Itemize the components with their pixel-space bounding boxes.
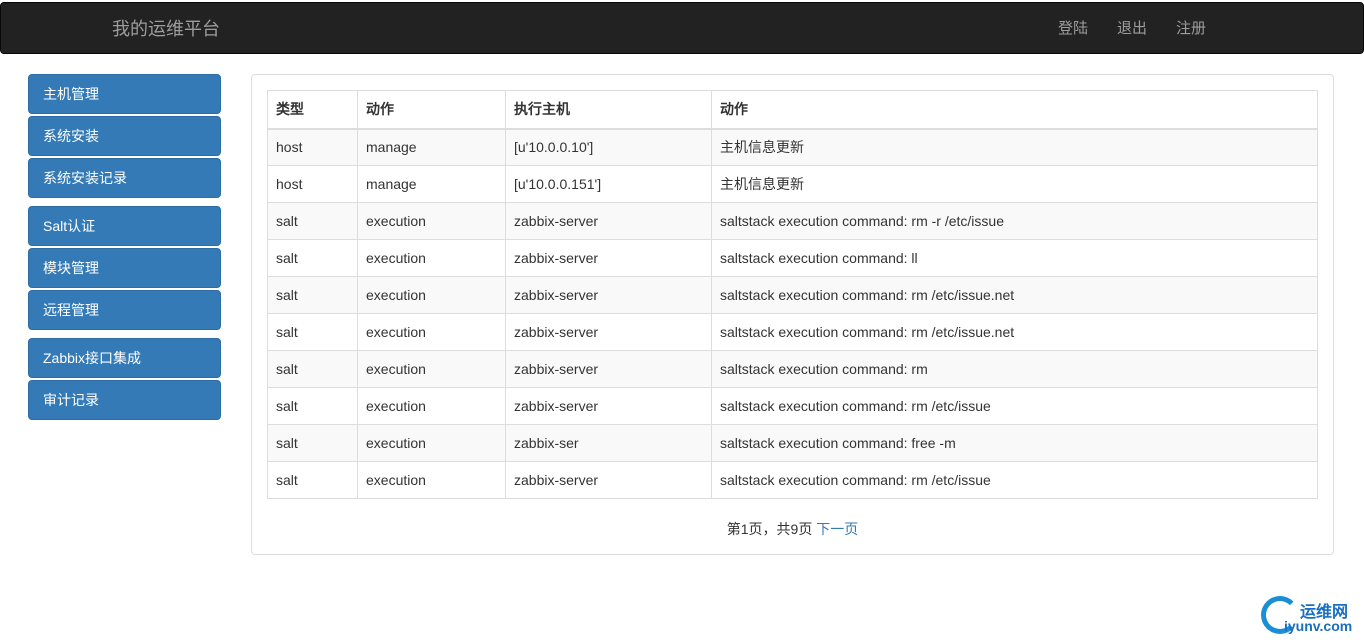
cell-exec-host: zabbix-server (505, 350, 712, 388)
cell-action: execution (357, 239, 506, 277)
cell-action-detail: saltstack execution command: rm /etc/iss… (711, 461, 1318, 499)
table-row: salt execution zabbix-server saltstack exec… (267, 239, 1318, 277)
header-action-detail: 动作 (711, 90, 1318, 130)
cell-exec-host: zabbix-server (505, 387, 712, 425)
logout-link[interactable]: 退出 (1117, 19, 1147, 39)
cell-type: salt (267, 424, 358, 462)
cell-exec-host: zabbix-server (505, 202, 712, 240)
cell-action-detail: 主机信息更新 (711, 128, 1318, 166)
cell-action: execution (357, 461, 506, 499)
sidebar-item-zabbix-integration[interactable]: Zabbix接口集成 (28, 338, 221, 378)
cell-exec-host: [u'10.0.0.10'] (505, 128, 712, 166)
table-row: host manage [u'10.0.0.10'] 主机信息更新 (267, 128, 1318, 166)
header-type: 类型 (267, 90, 358, 130)
sidebar-item-salt-auth[interactable]: Salt认证 (28, 206, 221, 246)
watermark-domain: iyunv.com (1284, 618, 1353, 634)
cell-type: salt (267, 350, 358, 388)
register-link[interactable]: 注册 (1176, 19, 1206, 39)
sidebar-item-module-management[interactable]: 模块管理 (28, 248, 221, 288)
cell-action-detail: saltstack execution command: free -m (711, 424, 1318, 462)
sidebar-item-install-records[interactable]: 系统安装记录 (28, 158, 221, 198)
top-navbar: 我的运维平台 登陆 退出 注册 (0, 2, 1364, 54)
cell-type: salt (267, 239, 358, 277)
cell-type: salt (267, 461, 358, 499)
cell-type: host (267, 165, 358, 203)
table-row: salt execution zabbix-server saltstack exec… (267, 387, 1318, 425)
cell-exec-host: zabbix-server (505, 313, 712, 351)
cell-exec-host: zabbix-server (505, 461, 712, 499)
table-header-row: 类型 动作 执行主机 动作 (267, 90, 1318, 130)
table-row: salt execution zabbix-server saltstack exec… (267, 461, 1318, 499)
table-row: salt execution zabbix-ser saltstack executi… (267, 424, 1318, 462)
sidebar-item-host-management[interactable]: 主机管理 (28, 74, 221, 114)
cell-action-detail: saltstack execution command: ll (711, 239, 1318, 277)
cell-type: salt (267, 387, 358, 425)
cell-exec-host: zabbix-server (505, 276, 712, 314)
table-row: salt execution zabbix-server saltstack exec… (267, 276, 1318, 314)
cell-action: execution (357, 313, 506, 351)
header-action: 动作 (357, 90, 506, 130)
sidebar-item-audit-records[interactable]: 审计记录 (28, 380, 221, 420)
sidebar: 主机管理 系统安装 系统安装记录 Salt认证 模块管理 远程管理 Zabbix… (28, 74, 221, 422)
table-body: host manage [u'10.0.0.10'] 主机信息更新 host manage… (267, 128, 1318, 499)
login-link[interactable]: 登陆 (1058, 19, 1088, 39)
next-page-link[interactable]: 下一页 (816, 521, 858, 537)
audit-table: 类型 动作 执行主机 动作 host manage [u'10.0.0.10'] 主机… (267, 90, 1318, 499)
cell-action-detail: 主机信息更新 (711, 165, 1318, 203)
pagination: 第1页，共9页 下一页 (252, 519, 1333, 539)
cell-exec-host: [u'10.0.0.151'] (505, 165, 712, 203)
cell-action: execution (357, 350, 506, 388)
page-status: 第1页，共9页 (726, 521, 813, 537)
sidebar-item-remote-management[interactable]: 远程管理 (28, 290, 221, 330)
cell-action: execution (357, 202, 506, 240)
cell-action: execution (357, 387, 506, 425)
cell-action: manage (357, 128, 506, 166)
cell-action-detail: saltstack execution command: rm (711, 350, 1318, 388)
cell-action: execution (357, 424, 506, 462)
table-row: host manage [u'10.0.0.151'] 主机信息更新 (267, 165, 1318, 203)
cell-type: salt (267, 202, 358, 240)
table-row: salt execution zabbix-server saltstack exec… (267, 202, 1318, 240)
header-exec-host: 执行主机 (505, 90, 712, 130)
site-watermark: 运维网 iyunv.com (1258, 594, 1358, 638)
cell-action-detail: saltstack execution command: rm /etc/iss… (711, 387, 1318, 425)
cell-action: execution (357, 276, 506, 314)
cell-type: salt (267, 313, 358, 351)
cell-action: manage (357, 165, 506, 203)
cell-type: host (267, 128, 358, 166)
cell-exec-host: zabbix-ser (505, 424, 712, 462)
table-row: salt execution zabbix-server saltstack exec… (267, 350, 1318, 388)
sidebar-item-system-install[interactable]: 系统安装 (28, 116, 221, 156)
content-panel: 类型 动作 执行主机 动作 host manage [u'10.0.0.10'] 主机… (251, 74, 1334, 555)
cell-action-detail: saltstack execution command: rm -r /etc/… (711, 202, 1318, 240)
cell-type: salt (267, 276, 358, 314)
brand-title[interactable]: 我的运维平台 (112, 18, 220, 40)
cell-action-detail: saltstack execution command: rm /etc/iss… (711, 276, 1318, 314)
cell-action-detail: saltstack execution command: rm /etc/iss… (711, 313, 1318, 351)
table-row: salt execution zabbix-server saltstack exec… (267, 313, 1318, 351)
cell-exec-host: zabbix-server (505, 239, 712, 277)
nav-links: 登陆 退出 注册 (1029, 19, 1206, 39)
